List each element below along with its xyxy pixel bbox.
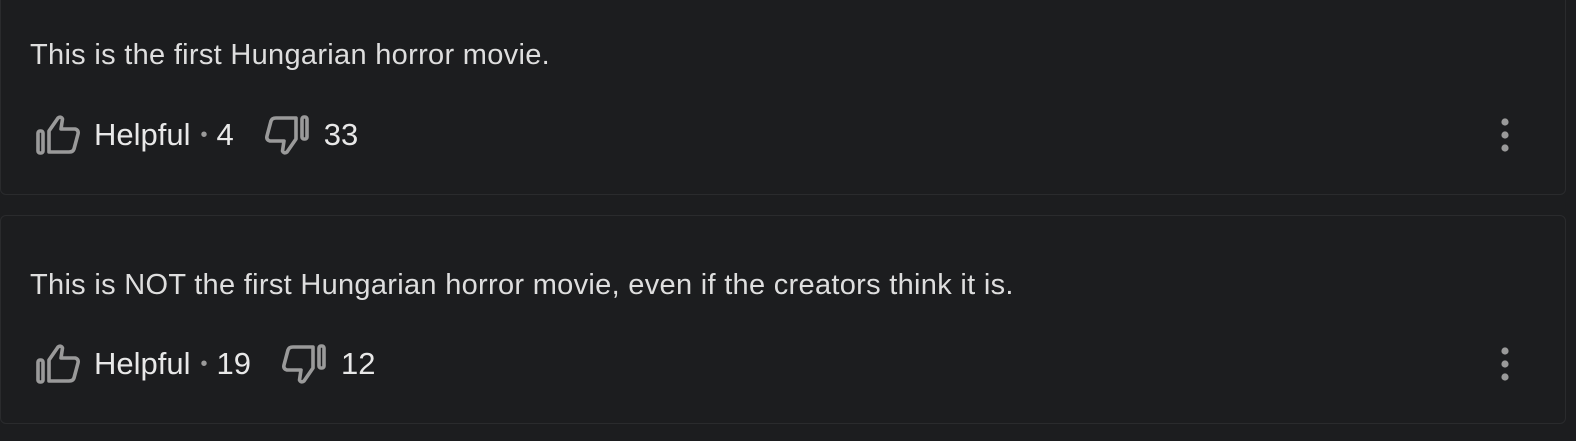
thumbs-down-icon — [281, 343, 327, 385]
helpful-count: 4 — [216, 117, 234, 152]
unhelpful-button[interactable]: 12 — [281, 343, 375, 385]
more-vertical-icon — [1497, 118, 1513, 158]
more-options-button[interactable] — [1497, 344, 1513, 384]
review-actions: Helpful • 4 33 — [35, 112, 358, 158]
review-card: This is the first Hungarian horror movie… — [0, 0, 1566, 195]
more-options-button[interactable] — [1497, 115, 1513, 155]
thumbs-down-icon — [264, 114, 310, 156]
unhelpful-button[interactable]: 33 — [264, 114, 358, 156]
unhelpful-count: 12 — [341, 346, 376, 381]
helpful-count: 19 — [216, 346, 251, 381]
review-card: This is NOT the first Hungarian horror m… — [0, 215, 1566, 424]
review-actions: Helpful • 19 12 — [35, 341, 375, 387]
unhelpful-count: 33 — [323, 117, 359, 152]
thumbs-up-icon — [35, 114, 81, 156]
separator-dot: • — [200, 123, 208, 146]
helpful-button[interactable]: Helpful • 4 — [35, 114, 234, 156]
review-text: This is the first Hungarian horror movie… — [30, 39, 550, 71]
helpful-label: Helpful — [94, 346, 191, 381]
review-text: This is NOT the first Hungarian horror m… — [30, 269, 1014, 301]
helpful-label: Helpful — [94, 117, 191, 152]
thumbs-up-icon — [35, 343, 81, 385]
helpful-button[interactable]: Helpful • 19 — [35, 343, 251, 385]
more-vertical-icon — [1497, 347, 1513, 387]
separator-dot: • — [200, 352, 208, 375]
